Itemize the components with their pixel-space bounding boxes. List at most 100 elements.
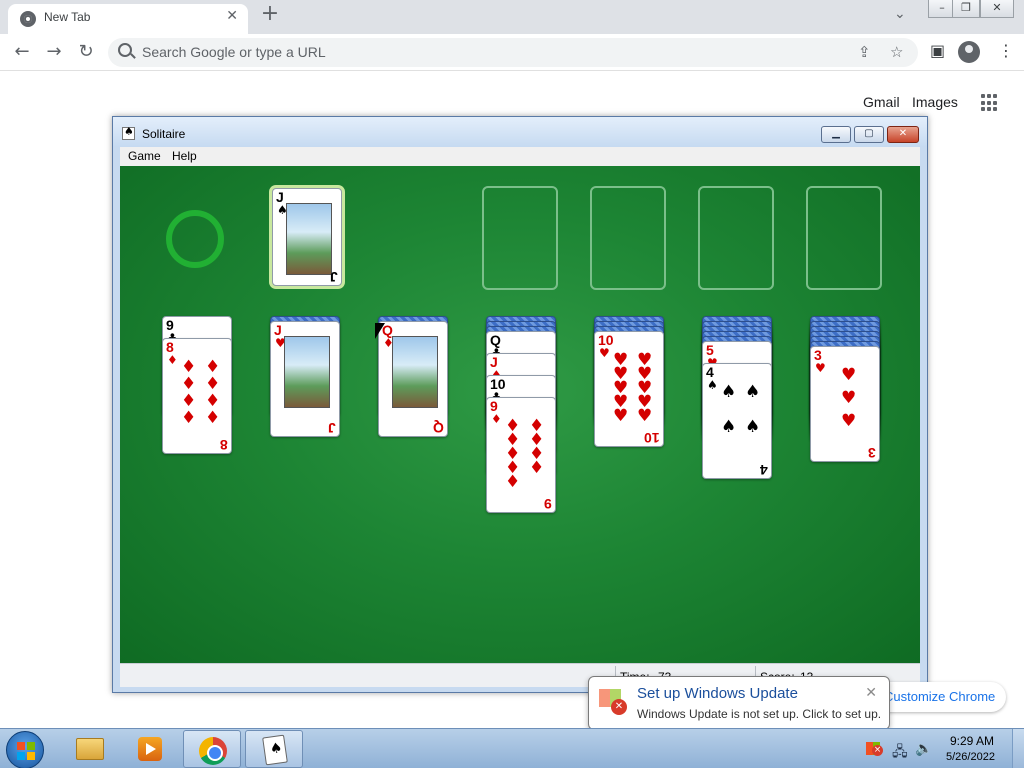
foundation-slot[interactable]	[482, 186, 558, 290]
search-icon	[118, 43, 132, 57]
card-suit-icon: ♦	[167, 353, 178, 367]
restore-window-button[interactable]: ❐	[952, 0, 980, 18]
close-window-button[interactable]: ✕	[980, 0, 1014, 18]
share-icon[interactable]: ⇪	[858, 43, 871, 61]
card-suit-icon: ♥	[815, 361, 826, 375]
network-icon[interactable]: 🖧	[892, 741, 908, 765]
card-pip-icon: ♥	[841, 365, 857, 385]
card-rank: Q	[490, 332, 501, 348]
card-face-art	[284, 336, 330, 408]
solitaire-close-button[interactable]: ✕	[887, 126, 919, 143]
card-pip-icon: ♠	[721, 417, 737, 437]
card-rank: 4	[706, 364, 714, 380]
windows-update-warning-icon: ✕	[599, 687, 627, 715]
tableau-card[interactable]: 8 ♦ ♦ ♦ ♦ ♦ ♦ ♦ ♦ ♦ 8	[162, 338, 232, 454]
card-rank-bottom: 3	[868, 445, 876, 461]
tab-new-tab[interactable]: New Tab ✕	[8, 4, 248, 34]
card-pip-icon: ♦	[205, 408, 221, 428]
card-pip-icon: ♠	[745, 417, 761, 437]
solitaire-titlebar[interactable]: Solitaire ▁ ▢ ✕	[113, 117, 927, 147]
volume-icon[interactable]: 🔈	[915, 741, 932, 757]
card-rank-bottom: J	[330, 269, 338, 285]
menu-game[interactable]: Game	[128, 149, 161, 163]
tableau-card[interactable]: 9 ♦ ♦ ♦ ♦ ♦ ♦ ♦ ♦ ♦ ♦ 9	[486, 397, 556, 513]
tableau-card[interactable]: 10 ♥ ♥ ♥ ♥ ♥ ♥ ♥ ♥ ♥ ♥ ♥ 10	[594, 331, 664, 447]
clock-time[interactable]: 9:29 AM	[950, 734, 994, 748]
card-pip-icon: ♠	[745, 382, 761, 402]
card-suit-icon: ♠	[707, 378, 718, 392]
foundation-slot[interactable]	[590, 186, 666, 290]
solitaire-maximize-button[interactable]: ▢	[854, 126, 884, 143]
solitaire-menubar: Game Help	[120, 147, 920, 166]
tableau-card[interactable]: Q ♦ Q	[378, 321, 448, 437]
side-panel-icon[interactable]: ▣	[930, 41, 945, 60]
tab-search-chevron-icon[interactable]: ⌄	[894, 6, 906, 22]
clock-date[interactable]: 5/26/2022	[946, 751, 995, 763]
notification-message: Windows Update is not set up. Click to s…	[637, 707, 882, 721]
tab-title: New Tab	[44, 10, 91, 24]
solitaire-title: Solitaire	[142, 127, 186, 141]
forward-arrow-icon[interactable]: →	[41, 40, 67, 64]
action-center-flag-icon[interactable]	[866, 742, 883, 756]
card-rank-bottom: 4	[760, 462, 768, 478]
windows-taskbar: 🖧 🔈 9:29 AM 5/26/2022	[0, 728, 1024, 768]
card-face-art	[286, 203, 332, 275]
taskbar-chrome-button[interactable]	[183, 730, 241, 768]
customize-chrome-label: Customize Chrome	[884, 689, 996, 704]
media-player-icon	[138, 737, 162, 761]
card-rank-bottom: 9	[544, 496, 552, 512]
card-rank: 9	[166, 317, 174, 333]
browser-tabstrip: New Tab ✕ + ⌄ – ❐ ✕	[0, 0, 1024, 34]
notification-close-icon[interactable]: ✕	[865, 685, 877, 701]
profile-avatar-icon[interactable]	[958, 41, 980, 63]
taskbar-solitaire-button[interactable]	[245, 730, 303, 768]
card-face-art	[392, 336, 438, 408]
card-rank-bottom: J	[328, 420, 336, 436]
menu-help[interactable]: Help	[172, 149, 197, 163]
card-pip-icon: ♠	[721, 382, 737, 402]
folder-icon	[76, 738, 104, 760]
game-felt[interactable]: J ♠ J 9♣8♦♦♦♦♦♦♦♦♦8J♥JQ♦QQ♣J♦10♣9♦♦♦♦♦♦♦…	[120, 166, 920, 663]
omnibox-placeholder: Search Google or type a URL	[142, 44, 326, 60]
card-rank: 9	[490, 398, 498, 414]
google-apps-grid-icon[interactable]	[981, 94, 999, 112]
kebab-menu-icon[interactable]: ⋮	[998, 41, 1014, 60]
images-link[interactable]: Images	[912, 94, 958, 110]
card-rank: 10	[490, 376, 506, 392]
start-button[interactable]	[6, 731, 44, 768]
gmail-link[interactable]: Gmail	[863, 94, 900, 110]
chrome-favicon-icon	[20, 11, 36, 27]
omnibox[interactable]: Search Google or type a URL ⇪ ☆	[108, 38, 918, 67]
tableau-card[interactable]: 4 ♠ ♠ ♠ ♠ ♠ 4	[702, 363, 772, 479]
back-arrow-icon[interactable]: ←	[9, 40, 35, 64]
card-rank: 10	[598, 332, 614, 348]
card-pip-icon: ♦	[529, 458, 545, 478]
card-rank: J	[276, 189, 284, 205]
solitaire-minimize-button[interactable]: ▁	[821, 126, 851, 143]
bookmark-star-icon[interactable]: ☆	[890, 43, 903, 61]
card-pip-icon: ♥	[613, 406, 629, 426]
stock-redeal-icon[interactable]	[166, 210, 224, 268]
solitaire-icon	[262, 734, 288, 766]
card-rank: 3	[814, 347, 822, 363]
card-rank: 8	[166, 339, 174, 355]
tab-close-icon[interactable]: ✕	[226, 8, 238, 24]
tableau-card[interactable]: J ♥ J	[270, 321, 340, 437]
windows-update-notification[interactable]: ✕ Set up Windows Update Windows Update i…	[588, 676, 890, 730]
card-suit-icon: ♥	[599, 346, 610, 360]
foundation-slot[interactable]	[806, 186, 882, 290]
waste-card[interactable]: J ♠ J	[272, 188, 342, 286]
show-desktop-button[interactable]	[1012, 729, 1024, 768]
card-pip-icon: ♦	[505, 472, 521, 492]
taskbar-explorer-button[interactable]	[60, 730, 118, 768]
card-rank-bottom: 10	[644, 430, 660, 446]
browser-toolbar: ← → ↻ Search Google or type a URL ⇪ ☆ ▣ …	[0, 34, 1024, 71]
reload-icon[interactable]: ↻	[73, 40, 99, 64]
notification-title: Set up Windows Update	[637, 685, 798, 702]
tableau-card[interactable]: 3 ♥ ♥ ♥ ♥ 3	[810, 346, 880, 462]
new-tab-button[interactable]: +	[258, 3, 282, 27]
card-rank-bottom: Q	[433, 420, 444, 436]
foundation-slot[interactable]	[698, 186, 774, 290]
taskbar-media-player-button[interactable]	[121, 730, 179, 768]
solitaire-app-icon	[122, 125, 135, 140]
